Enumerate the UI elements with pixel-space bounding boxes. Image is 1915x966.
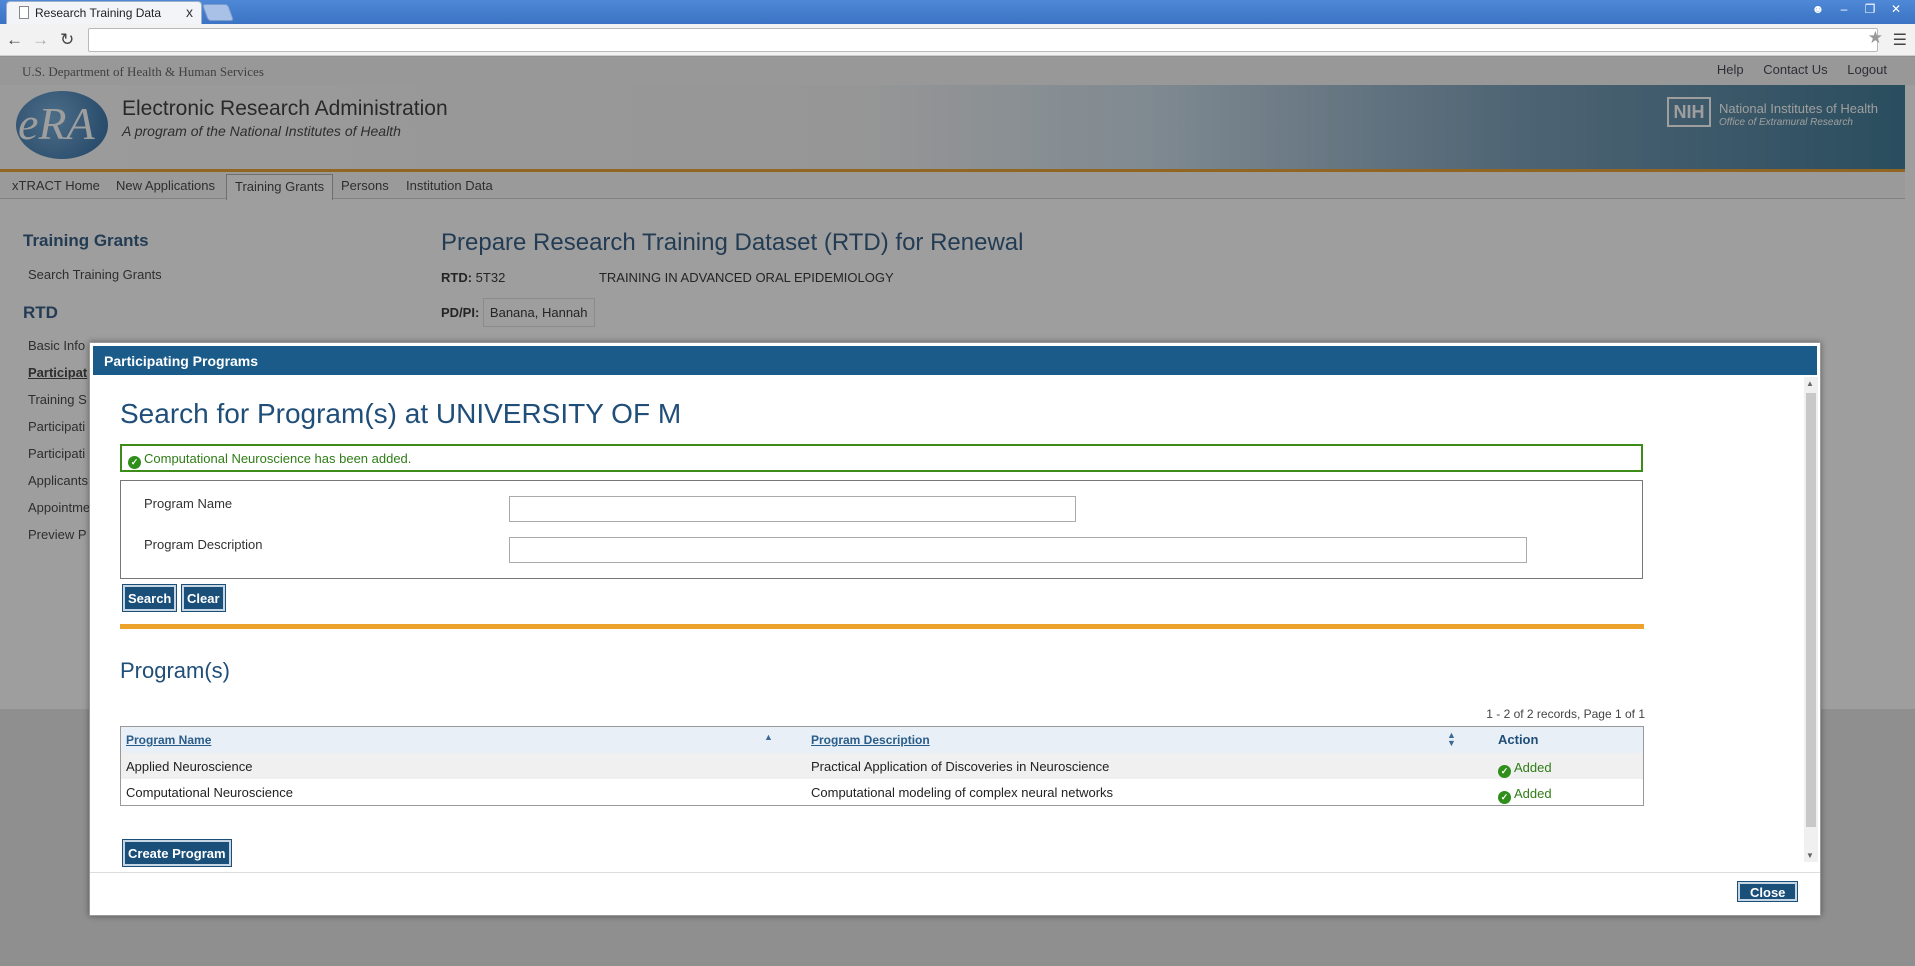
- program-description-input[interactable]: [509, 537, 1527, 563]
- records-count: 1 - 2 of 2 records, Page 1 of 1: [1486, 707, 1645, 721]
- reload-icon[interactable]: ↻: [60, 30, 74, 50]
- row-action-text: Added: [1514, 760, 1552, 775]
- bookmark-star-icon[interactable]: ★: [1868, 28, 1883, 48]
- menu-icon[interactable]: ☰: [1893, 30, 1907, 50]
- search-form: Program Name Program Description: [120, 480, 1643, 579]
- close-button[interactable]: Close: [1736, 881, 1799, 902]
- address-bar[interactable]: [88, 28, 1878, 52]
- success-message: ✓ Computational Neuroscience has been add…: [120, 444, 1643, 472]
- check-circle-icon: ✓: [1498, 765, 1511, 778]
- page-icon: [19, 6, 29, 19]
- column-program-description[interactable]: Program Description: [811, 733, 930, 747]
- participating-programs-dialog: Participating Programs Search for Progra…: [89, 342, 1821, 916]
- row-program-description: Practical Application of Discoveries in …: [811, 759, 1110, 774]
- back-icon[interactable]: ←: [6, 30, 23, 50]
- tab-close-icon[interactable]: x: [186, 4, 193, 20]
- programs-table: Program Name ▲ Program Description ▲ ▼ Ac…: [120, 726, 1644, 806]
- row-action: ✓ Added: [1498, 760, 1552, 778]
- clear-button[interactable]: Clear: [181, 584, 226, 612]
- program-name-input[interactable]: [509, 496, 1076, 522]
- window-close-icon[interactable]: ✕: [1883, 2, 1909, 20]
- forward-icon[interactable]: →: [32, 30, 49, 50]
- program-description-label: Program Description: [144, 537, 263, 552]
- user-icon[interactable]: ☻: [1805, 2, 1831, 20]
- scroll-thumb[interactable]: [1806, 393, 1816, 827]
- browser-tab-strip: Research Training Data x ☻ – ❐ ✕: [0, 0, 1915, 24]
- sort-asc-icon[interactable]: ▲: [764, 733, 773, 742]
- dialog-body: Search for Program(s) at UNIVERSITY OF M…: [90, 377, 1805, 869]
- table-header: Program Name ▲ Program Description ▲ ▼ Ac…: [121, 727, 1643, 753]
- row-action: ✓ Added: [1498, 786, 1552, 804]
- dialog-scrollbar[interactable]: ▲ ▼: [1804, 377, 1818, 862]
- check-circle-icon: ✓: [1498, 791, 1511, 804]
- programs-heading: Program(s): [120, 658, 231, 683]
- table-row: Applied Neuroscience Practical Applicati…: [121, 753, 1643, 779]
- tab-title: Research Training Data: [35, 6, 162, 20]
- sort-both-icon[interactable]: ▲ ▼: [1447, 731, 1456, 748]
- scroll-down-icon[interactable]: ▼: [1806, 851, 1814, 860]
- success-text: Computational Neuroscience has been adde…: [144, 451, 412, 466]
- section-divider: [120, 624, 1644, 629]
- dialog-heading: Search for Program(s) at UNIVERSITY OF M: [120, 398, 682, 429]
- row-program-name: Computational Neuroscience: [126, 785, 293, 800]
- table-row: Computational Neuroscience Computational…: [121, 779, 1643, 805]
- column-program-name[interactable]: Program Name: [126, 733, 211, 747]
- check-circle-icon: ✓: [128, 456, 141, 469]
- search-button[interactable]: Search: [121, 584, 178, 612]
- row-program-description: Computational modeling of complex neural…: [811, 785, 1114, 800]
- dialog-header: Participating Programs: [93, 346, 1817, 375]
- program-name-label: Program Name: [144, 496, 233, 511]
- create-program-button[interactable]: Create Program: [122, 839, 232, 867]
- row-action-text: Added: [1514, 786, 1552, 801]
- browser-tab[interactable]: Research Training Data x: [6, 1, 202, 24]
- browser-toolbar: ← → ↻ ★ ☰: [0, 24, 1915, 56]
- column-action: Action: [1498, 732, 1539, 747]
- minimize-icon[interactable]: –: [1831, 2, 1857, 20]
- restore-icon[interactable]: ❐: [1857, 2, 1883, 20]
- dialog-footer: Close: [90, 872, 1820, 916]
- row-program-name: Applied Neuroscience: [126, 759, 253, 774]
- scroll-up-icon[interactable]: ▲: [1806, 379, 1814, 388]
- new-tab-button[interactable]: [201, 4, 235, 21]
